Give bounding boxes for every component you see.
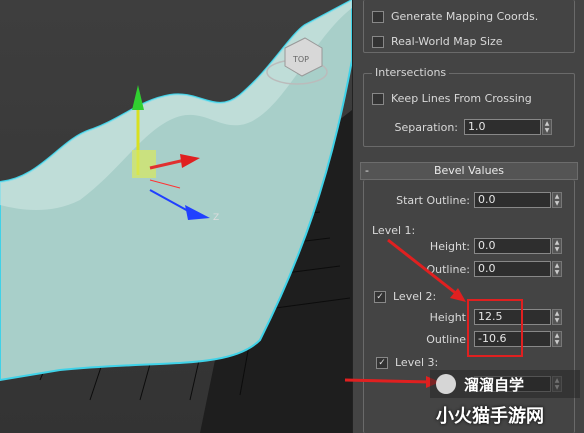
keep-lines-label: Keep Lines From Crossing — [391, 92, 532, 105]
start-outline-field[interactable]: 0.0 — [474, 192, 551, 208]
level1-outline-spinner[interactable]: 0.0 ▲ ▼ — [474, 261, 562, 277]
level1-outline-field[interactable]: 0.0 — [474, 261, 551, 277]
level2-checkbox[interactable]: ✓ — [374, 290, 386, 303]
level1-height-spinner[interactable]: 0.0 ▲ ▼ — [474, 238, 562, 254]
play-icon — [436, 374, 456, 394]
level1-outline-spin-buttons[interactable]: ▲ ▼ — [552, 261, 562, 277]
watermark-site: 小火猫手游网 — [436, 406, 544, 427]
level2-outline-label: Outline — [426, 333, 466, 346]
watermark-brand: 溜溜自学 — [464, 376, 525, 394]
level1-height-label: Height: — [429, 240, 470, 253]
viewport-scene: Z TOP — [0, 0, 352, 433]
realworld-row[interactable]: Real-World Map Size — [372, 35, 503, 48]
keep-lines-checkbox[interactable] — [372, 92, 384, 105]
keep-lines-row[interactable]: Keep Lines From Crossing — [372, 92, 532, 105]
rollout-toggle[interactable]: - — [365, 163, 369, 179]
level2-row[interactable]: ✓ Level 2: — [374, 290, 436, 303]
separation-label: Separation: — [394, 121, 458, 134]
bevel-values-rollout[interactable]: - Bevel Values — [360, 162, 578, 180]
realworld-label: Real-World Map Size — [391, 35, 503, 48]
level1-outline-label: Outline: — [426, 263, 470, 276]
watermark: 溜溜自学 小火猫手游网 — [430, 370, 580, 430]
level3-row[interactable]: ✓ Level 3: — [376, 356, 438, 369]
viewport[interactable]: Z TOP — [0, 0, 352, 433]
level2-outline-spin-buttons[interactable]: ▲ ▼ — [552, 331, 562, 347]
level2-label: Level 2: — [393, 290, 437, 303]
generate-mapping-checkbox[interactable] — [372, 10, 384, 23]
level2-height-label: Height — [429, 311, 466, 324]
intersections-title: Intersections — [372, 66, 450, 79]
start-outline-label: Start Outline: — [396, 194, 470, 207]
level1-height-field[interactable]: 0.0 — [474, 238, 551, 254]
view-cube-label: TOP — [292, 55, 309, 64]
separation-field[interactable]: 1.0 — [464, 119, 541, 135]
separation-spinner[interactable]: 1.0 ▲ ▼ — [464, 119, 552, 135]
realworld-checkbox[interactable] — [372, 35, 384, 48]
generate-mapping-row[interactable]: Generate Mapping Coords. — [372, 10, 538, 23]
rollout-title: Bevel Values — [433, 164, 505, 177]
level1-height-spin-buttons[interactable]: ▲ ▼ — [552, 238, 562, 254]
level1-label: Level 1: — [372, 224, 416, 237]
level3-checkbox[interactable]: ✓ — [376, 356, 388, 369]
level3-label: Level 3: — [395, 356, 439, 369]
gizmo-axis-label: Z — [213, 213, 219, 223]
generate-mapping-label: Generate Mapping Coords. — [391, 10, 539, 23]
separation-spin-buttons[interactable]: ▲ ▼ — [542, 119, 552, 135]
start-outline-spinner[interactable]: 0.0 ▲ ▼ — [474, 192, 562, 208]
intersections-group: Intersections — [363, 66, 575, 147]
highlight-box — [467, 299, 523, 357]
level2-height-spin-buttons[interactable]: ▲ ▼ — [552, 309, 562, 325]
start-outline-spin-buttons[interactable]: ▲ ▼ — [552, 192, 562, 208]
